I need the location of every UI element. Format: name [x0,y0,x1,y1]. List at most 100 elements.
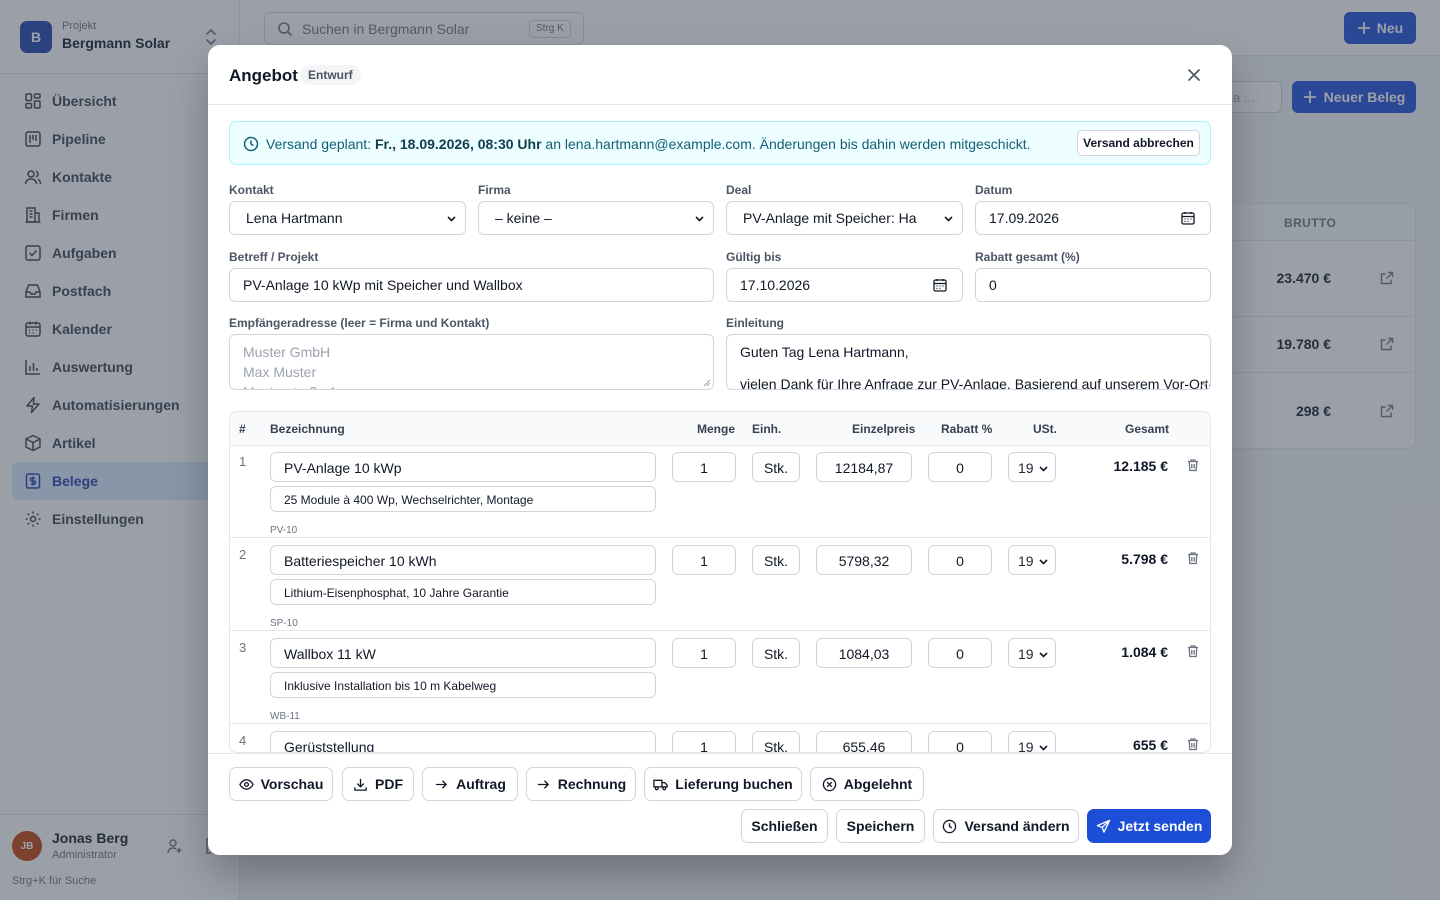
offer-dialog: Angebot Entwurf Versand geplant: Fr., 18… [208,45,1232,855]
item-qty-input[interactable]: 1 [672,545,736,575]
trash-icon[interactable] [1186,458,1200,472]
item-name-input[interactable]: Batteriespeicher 10 kWh [270,545,656,575]
column-discount: Rabatt % [941,422,993,436]
banner-prefix: Versand geplant: [266,136,375,152]
adresse-textarea[interactable]: Muster GmbH Max Muster Musterstraße 1 [229,334,714,390]
item-discount-input[interactable]: 0 [928,452,992,482]
item-unit-input[interactable]: Stk. [752,545,800,575]
item-price-input[interactable]: 12184,87 [816,452,912,482]
item-unit-input[interactable]: Stk. [752,452,800,482]
scheduled-send-banner: Versand geplant: Fr., 18.09.2026, 08:30 … [229,121,1211,165]
item-qty-input[interactable]: 1 [672,638,736,668]
einleitung-textarea[interactable]: Guten Tag Lena Hartmann, vielen Dank für… [726,334,1211,390]
x-circle-icon [822,777,837,791]
line-item-row: 1 PV-Anlage 10 kWp 25 Module à 400 Wp, W… [230,445,1210,538]
item-sku: SP-10 [270,618,298,629]
column-unit: Einh. [752,422,782,436]
order-button[interactable]: Auftrag [422,767,518,801]
pdf-label: PDF [375,776,403,792]
datum-label: Datum [975,183,1013,197]
line-item-row: 2 Batteriespeicher 10 kWh Lithium-Eisenp… [230,538,1210,631]
rejected-button[interactable]: Abgelehnt [810,767,924,801]
item-total: 1.084 € [1121,644,1168,660]
close-button[interactable]: Schließen [741,809,828,843]
book-delivery-button[interactable]: Lieferung buchen [644,767,802,801]
invoice-label: Rechnung [557,776,627,792]
item-vat-select[interactable]: 19 [1008,545,1056,575]
item-description-input[interactable]: Lithium-Eisenphosphat, 10 Jahre Garantie [270,579,656,605]
change-send-button[interactable]: Versand ändern [933,809,1079,843]
truck-icon [653,779,668,790]
item-vat-value: 19 [1018,553,1034,569]
deal-label: Deal [726,183,752,197]
calendar-icon[interactable] [1181,211,1195,225]
betreff-input[interactable]: PV-Anlage 10 kWp mit Speicher und Wallbo… [229,268,714,302]
save-button[interactable]: Speichern [836,809,925,843]
adresse-label: Empfängeradresse (leer = Firma und Konta… [229,316,490,330]
item-price-input[interactable]: 1084,03 [816,638,912,668]
line-item-number: 4 [239,733,247,748]
item-unit-input[interactable]: Stk. [752,731,800,752]
line-item-number: 2 [239,547,247,562]
banner-text: Versand geplant: Fr., 18.09.2026, 08:30 … [266,136,1030,152]
item-price-input[interactable]: 5798,32 [816,545,912,575]
placeholder-line: Max Muster [243,364,317,380]
send-icon [1096,819,1110,833]
resize-grip-icon[interactable] [703,379,711,387]
firma-select[interactable]: – keine – [478,201,714,235]
trash-icon[interactable] [1186,551,1200,565]
item-vat-select[interactable]: 19 [1008,731,1056,753]
gueltig-label: Gültig bis [726,250,782,264]
item-description-input[interactable]: 25 Module à 400 Wp, Wechselrichter, Mont… [270,486,656,512]
kontakt-select[interactable]: Lena Hartmann [229,201,466,235]
item-discount-input[interactable]: 0 [928,545,992,575]
preview-label: Vorschau [260,776,324,792]
item-price-input[interactable]: 655,46 [816,731,912,752]
preview-button[interactable]: Vorschau [229,767,333,801]
column-num: # [239,422,246,436]
line-item-row: 4 Gerüststellung 1 Stk. 655,46 0 19 655 … [230,724,1210,753]
item-vat-select[interactable]: 19 [1008,638,1056,668]
pdf-button[interactable]: PDF [342,767,414,801]
item-name-input[interactable]: Gerüststellung [270,731,656,752]
item-description-input[interactable]: Inklusive Installation bis 10 m Kabelweg [270,672,656,698]
item-discount-input[interactable]: 0 [928,638,992,668]
einleitung-label: Einleitung [726,316,784,330]
resize-grip-icon[interactable] [1200,379,1208,387]
item-name-input[interactable]: PV-Anlage 10 kWp [270,452,656,482]
arrow-right-icon [537,779,549,789]
item-vat-value: 19 [1018,646,1034,662]
deal-select[interactable]: PV-Anlage mit Speicher: Ha [726,201,963,235]
datum-field[interactable]: 17.09.2026 [975,201,1211,235]
clock-icon [943,819,957,833]
dialog-header: Angebot Entwurf [208,45,1232,105]
item-sku: PV-10 [270,525,298,536]
deal-value: PV-Anlage mit Speicher: Ha [743,210,917,226]
send-now-button[interactable]: Jetzt senden [1087,809,1211,843]
close-icon[interactable] [1186,67,1202,83]
item-sku: WB-11 [270,711,300,722]
item-qty-input[interactable]: 1 [672,731,736,752]
book-delivery-label: Lieferung buchen [675,776,793,792]
rabatt-input[interactable]: 0 [975,268,1211,302]
cancel-send-button[interactable]: Versand abbrechen [1077,130,1200,156]
einleitung-line: vielen Dank für Ihre Anfrage zur PV-Anla… [740,376,1210,390]
einleitung-line: Guten Tag Lena Hartmann, [740,344,909,360]
chevron-down-icon [695,216,704,222]
trash-icon[interactable] [1186,737,1200,751]
chevron-down-icon [1039,745,1048,751]
item-name-input[interactable]: Wallbox 11 kW [270,638,656,668]
calendar-icon[interactable] [933,278,947,292]
chevron-down-icon [944,216,953,222]
item-unit-input[interactable]: Stk. [752,638,800,668]
column-qty: Menge [697,422,736,436]
invoice-button[interactable]: Rechnung [526,767,636,801]
item-vat-value: 19 [1018,739,1034,753]
item-qty-input[interactable]: 1 [672,452,736,482]
datum-value: 17.09.2026 [989,210,1060,226]
download-icon [354,778,367,791]
item-vat-select[interactable]: 19 [1008,452,1056,482]
gueltig-field[interactable]: 17.10.2026 [726,268,963,302]
trash-icon[interactable] [1186,644,1200,658]
item-discount-input[interactable]: 0 [928,731,992,752]
